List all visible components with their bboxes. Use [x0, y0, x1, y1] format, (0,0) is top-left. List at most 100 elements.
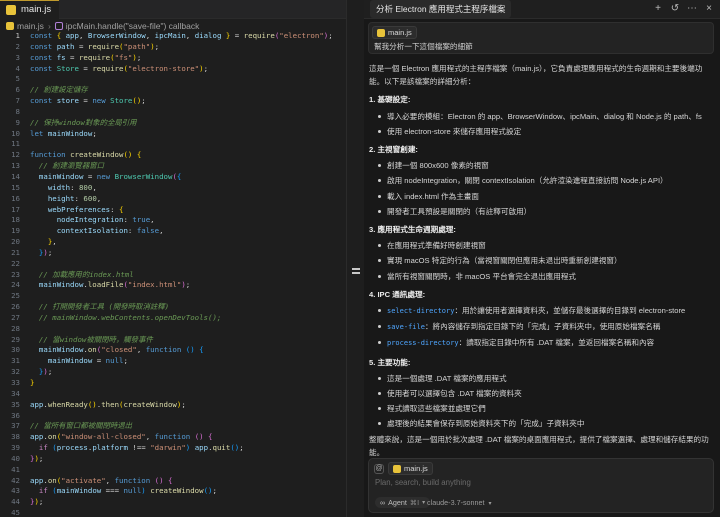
line-number: 14	[11, 171, 20, 181]
line-number: 10	[11, 128, 20, 138]
plus-icon[interactable]: +	[653, 4, 663, 14]
line-number: 27	[11, 312, 20, 322]
model-selector[interactable]: claude-3.7-sonnet ▾	[427, 498, 492, 507]
context-file-chip[interactable]: main.js	[388, 462, 433, 475]
code-line: 33}	[0, 378, 346, 389]
tab-main-js[interactable]: main.js	[0, 0, 60, 19]
line-number: 44	[11, 497, 20, 507]
code-line: 14 mainWindow = new BrowserWindow({	[0, 172, 346, 183]
code-line: 43 if (mainWindow === null) createWindow…	[0, 486, 346, 497]
agent-mode-button[interactable]: ∞ Agent ⌘I ▾	[375, 497, 431, 508]
agent-shortcut: ⌘I	[409, 498, 420, 507]
list-item: 當所有視窗關閉時，非 macOS 平台會完全退出應用程式	[378, 270, 712, 283]
code-area[interactable]: 1 const { app, BrowserWindow, ipcMain, di…	[0, 31, 346, 517]
more-icon[interactable]: ⋯	[687, 4, 697, 14]
list-item: 處理後的結果會保存到原始資料夾下的「完成」子資料夾中	[378, 417, 712, 430]
code-line: 5	[0, 74, 346, 85]
line-number: 23	[11, 269, 20, 279]
javascript-file-icon	[6, 22, 14, 30]
line-number: 28	[11, 323, 20, 333]
code-line: 13 // 創建瀏覽器窗口	[0, 161, 346, 172]
line-number: 1	[15, 31, 20, 40]
response-summary: 整體來說，這是一個用於批次處理 .DAT 檔案的桌面應用程式，提供了檔案選擇、處…	[369, 434, 709, 457]
chat-composer[interactable]: @ main.js Plan, search, build anything ∞…	[368, 458, 714, 513]
close-icon[interactable]: ×	[704, 4, 714, 14]
line-number: 43	[11, 486, 20, 496]
line-number: 13	[11, 161, 20, 171]
user-message[interactable]: main.js 幫我分析一下這個檔案的細節	[368, 22, 714, 54]
code-line: 32 });	[0, 367, 346, 378]
code-line: 30 mainWindow.on("closed", function () {	[0, 345, 346, 356]
line-number: 34	[11, 388, 20, 398]
line-number: 36	[11, 410, 20, 420]
line-number: 17	[11, 204, 20, 214]
code-line: 44});	[0, 497, 346, 508]
section-title: 1. 基礎設定:	[369, 95, 411, 105]
chip-label: main.js	[388, 28, 412, 37]
code-line: 7 const store = new Store();	[0, 96, 346, 107]
line-number: 19	[11, 226, 20, 236]
section-list: 這是一個處理 .DAT 檔案的應用程式 使用者可以選擇包含 .DAT 檔案的資料…	[369, 372, 712, 431]
model-label: claude-3.7-sonnet	[427, 498, 485, 507]
list-item: 使用 electron-store 來儲存應用程式設定	[378, 125, 712, 138]
code-line: 29 // 當window被關閉時，觸發事件	[0, 335, 346, 346]
line-number: 2	[15, 41, 20, 51]
list-item: save-file：將內容儲存到指定目錄下的「完成」子資料夾中，使用原始檔案名稱	[378, 320, 712, 334]
line-number: 29	[11, 334, 20, 344]
list-item: 在應用程式準備好時創建視窗	[378, 239, 712, 252]
ai-chat-panel: 分析 Electron 應用程式主程序檔案 + ↺ ⋯ × main.js 幫我…	[364, 0, 720, 517]
code-line: 9// 保持window對象的全局引用	[0, 118, 346, 129]
list-item-text: ：將內容儲存到指定目錄下的「完成」子資料夾中，使用原始檔案名稱	[424, 322, 661, 332]
code-line: 37// 當所有窗口都被關閉時退出	[0, 421, 346, 432]
section-title: 3. 應用程式生命週期處理:	[369, 225, 456, 235]
code-line: 21 });	[0, 248, 346, 259]
list-item: 這是一個處理 .DAT 檔案的應用程式	[378, 372, 712, 385]
chat-title-tab[interactable]: 分析 Electron 應用程式主程序檔案	[370, 0, 512, 18]
code-editor[interactable]: main.js main.js › ipcMain.handle("save-f…	[0, 0, 346, 517]
inline-code: save-file	[387, 323, 425, 332]
code-line: 11	[0, 139, 346, 150]
list-item: 導入必要的模組：Electron 的 app、BrowserWindow、ipc…	[378, 110, 712, 123]
line-number: 39	[11, 443, 20, 453]
code-line: 22	[0, 259, 346, 270]
context-file-chip[interactable]: main.js	[372, 26, 417, 39]
line-number: 4	[15, 63, 20, 73]
line-number: 38	[11, 432, 20, 442]
section-list: 在應用程式準備好時創建視窗 實現 macOS 特定的行為（當視窗關閉但應用未退出…	[369, 239, 712, 283]
code-line: 20 },	[0, 237, 346, 248]
line-number: 33	[11, 378, 20, 387]
code-line: 45	[0, 508, 346, 517]
line-number: 31	[11, 356, 20, 366]
section-title: 5. 主要功能:	[369, 357, 411, 367]
list-item: 創建一個 800x600 像素的視窗	[378, 159, 712, 172]
code-line: 28	[0, 324, 346, 335]
line-number: 21	[11, 247, 20, 257]
line-number: 11	[11, 139, 20, 149]
line-number: 18	[11, 215, 20, 225]
list-item: process-directory：讀取指定目錄中所有 .DAT 檔案，並返回檔…	[378, 336, 712, 350]
section-list: 創建一個 800x600 像素的視窗 啟用 nodeIntegration，關閉…	[369, 159, 712, 218]
section-title: 4. IPC 通訊處理:	[369, 289, 426, 299]
chat-input[interactable]: Plan, search, build anything	[375, 478, 471, 487]
list-item: select-directory：用於讓使用者選擇資料夾，並儲存最後選擇的目錄到…	[378, 304, 712, 318]
section-list: 導入必要的模組：Electron 的 app、BrowserWindow、ipc…	[369, 110, 712, 138]
line-number: 30	[11, 345, 20, 355]
line-number: 26	[11, 302, 20, 312]
list-item-text: ：用於讓使用者選擇資料夾，並儲存最後選擇的目錄到 electron-store	[454, 306, 686, 316]
pane-splitter[interactable]	[346, 0, 364, 517]
code-line: 42 app.on("activate", function () {	[0, 476, 346, 487]
drag-handle-icon[interactable]	[352, 268, 360, 274]
chip-label: main.js	[404, 464, 428, 473]
response-intro: 這是一個 Electron 應用程式的主程序檔案（main.js），它負責處理應…	[369, 64, 703, 87]
breadcrumb-file[interactable]: main.js	[17, 21, 44, 31]
history-icon[interactable]: ↺	[670, 4, 680, 14]
chat-header-actions: + ↺ ⋯ ×	[653, 4, 714, 14]
code-line: 25	[0, 291, 346, 302]
line-number: 20	[11, 237, 20, 247]
code-line: 35 app.whenReady().then(createWindow);	[0, 400, 346, 411]
code-line: 6// 創建設定儲存	[0, 85, 346, 96]
breadcrumb-symbol[interactable]: ipcMain.handle("save-file") callback	[66, 21, 200, 31]
mention-icon[interactable]: @	[374, 464, 384, 474]
line-number: 6	[15, 85, 20, 95]
javascript-file-icon	[377, 28, 385, 37]
